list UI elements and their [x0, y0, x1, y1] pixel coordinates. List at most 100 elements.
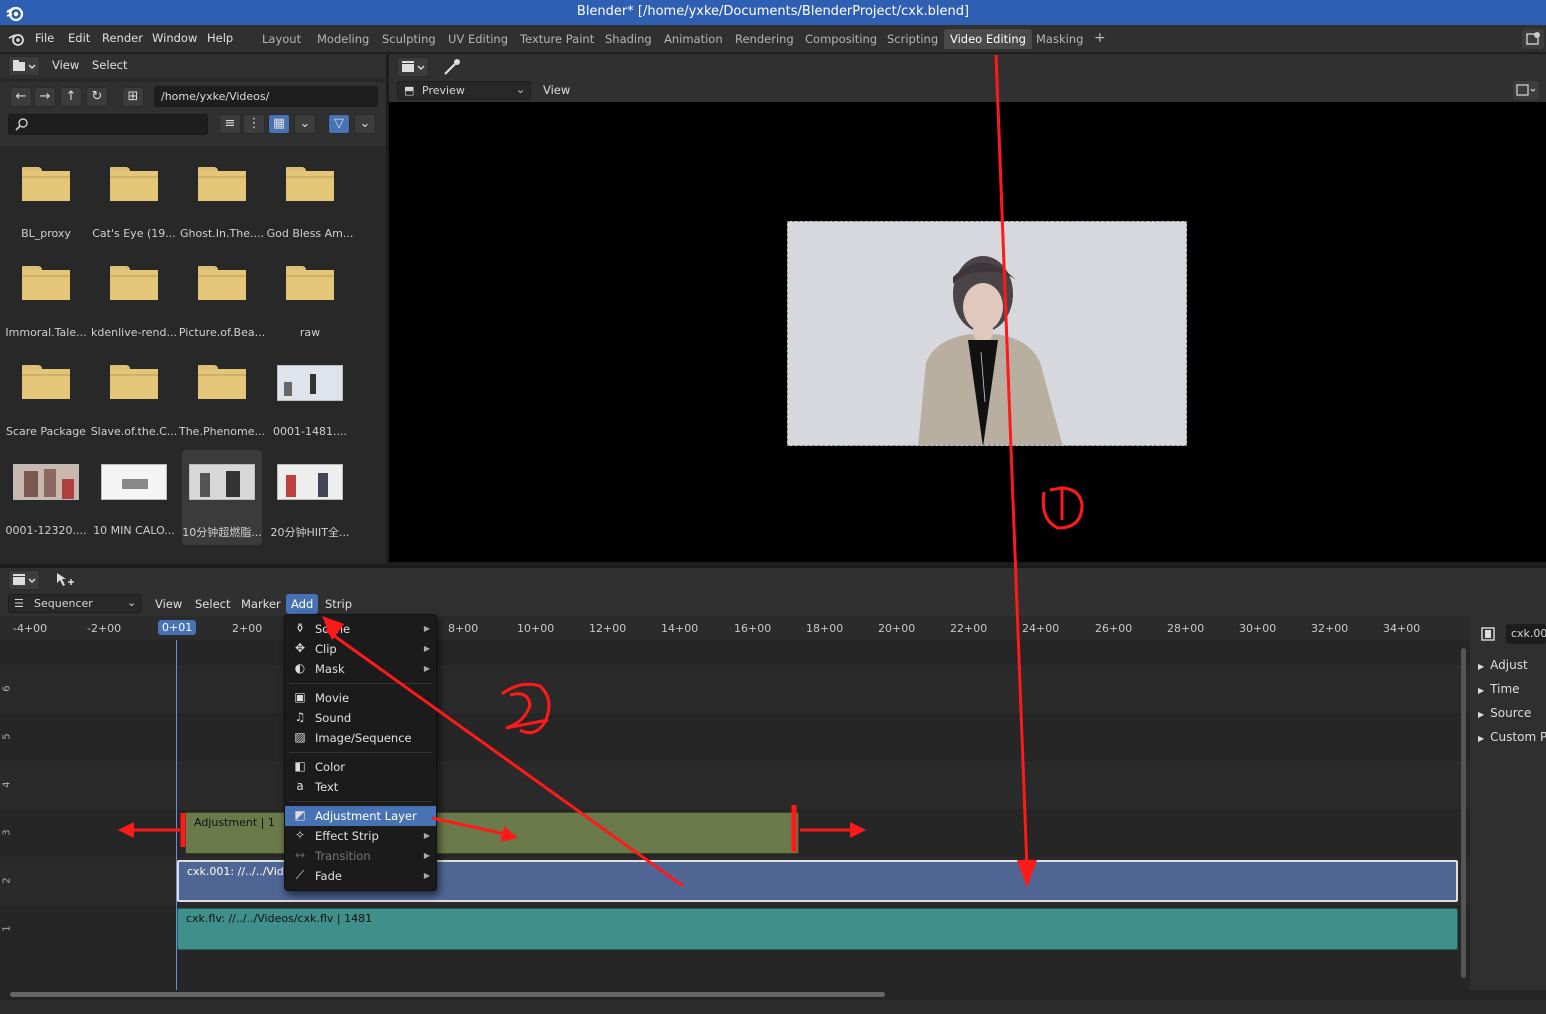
seq-menu-marker[interactable]: Marker: [241, 597, 281, 611]
filter-icon[interactable]: ▽: [328, 114, 350, 134]
tab-layout[interactable]: Layout: [256, 29, 307, 49]
tab-shading[interactable]: Shading: [599, 29, 658, 49]
file-item[interactable]: Immoral.Tale...: [5, 252, 87, 347]
tab-uv-editing[interactable]: UV Editing: [442, 29, 514, 49]
file-item-label: 20分钟HIIT全...: [270, 526, 350, 539]
file-item-label: Ghost.In.The....: [180, 227, 264, 240]
sequencer-editor-type-button[interactable]: [8, 570, 40, 590]
file-item[interactable]: God Bless Am...: [267, 153, 353, 248]
ruler-label: -2+00: [87, 622, 122, 635]
parent-dir-icon[interactable]: ↑: [60, 87, 82, 107]
path-field[interactable]: /home/yxke/Videos/: [154, 86, 378, 107]
tab-sculpting[interactable]: Sculpting: [376, 29, 442, 49]
file-item[interactable]: Ghost.In.The....: [180, 153, 264, 248]
blender-menu-icon[interactable]: [8, 31, 26, 47]
sequencer-header: ☰ Sequencer ⌄ View Select Marker Add Str…: [0, 592, 1546, 616]
overlay-toggle-icon[interactable]: [1513, 81, 1539, 100]
menu-item-text[interactable]: a Text: [285, 777, 436, 797]
menu-item-scene[interactable]: ⚱ Scene ▶: [285, 619, 436, 639]
ruler-label: 2+00: [232, 622, 263, 635]
panel-adjust[interactable]: ▶ Adjust: [1478, 658, 1528, 672]
preview-mode-dropdown[interactable]: ⬒ Preview ⌄: [397, 81, 531, 100]
display-options-chevron-icon[interactable]: ⌄: [294, 114, 316, 134]
tab-modeling[interactable]: Modeling: [311, 29, 375, 49]
playhead-line[interactable]: [176, 640, 177, 990]
editor-type-button[interactable]: [8, 56, 40, 76]
back-arrow-icon[interactable]: ←: [10, 87, 32, 107]
file-item[interactable]: Slave.of.the.C...: [91, 351, 177, 446]
sequencer-tracks[interactable]: 6 5 4 3 2 1 Adjustment | 1 cxk.001: //..…: [0, 640, 1470, 990]
file-item[interactable]: Cat's Eye (19...: [92, 153, 176, 248]
display-list-icon[interactable]: ≡: [219, 114, 241, 134]
menu-item-fade[interactable]: ⟋ Fade ▶: [285, 866, 436, 886]
tab-texture-paint[interactable]: Texture Paint: [514, 29, 600, 49]
panel-custom-properties[interactable]: ▶ Custom P: [1478, 730, 1546, 744]
menu-item-clip[interactable]: ✥ Clip ▶: [285, 639, 436, 659]
file-item[interactable]: 20分钟HIIT全...: [270, 450, 350, 545]
strip-name-field[interactable]: cxk.00: [1506, 624, 1546, 644]
ruler-label: 22+00: [950, 622, 988, 635]
menu-item-sound[interactable]: ♫ Sound: [285, 708, 436, 728]
current-frame-indicator[interactable]: 0+01: [158, 620, 197, 635]
tab-compositing[interactable]: Compositing: [799, 29, 883, 49]
fb-menu-view[interactable]: View: [52, 58, 79, 72]
menu-window[interactable]: Window: [152, 31, 197, 45]
vertical-scrollbar[interactable]: [1461, 648, 1466, 978]
preview-editor-type-button[interactable]: [397, 57, 429, 77]
adjustment-strip[interactable]: Adjustment | 1: [185, 812, 799, 854]
refresh-icon[interactable]: ↻: [86, 87, 108, 107]
sequencer-mode-dropdown[interactable]: ☰ Sequencer ⌄: [8, 594, 142, 613]
track-row: 6: [0, 665, 1470, 713]
file-item[interactable]: 0001-12320....: [6, 450, 86, 545]
menu-item-color[interactable]: ◧ Color: [285, 757, 436, 777]
menu-file[interactable]: File: [35, 31, 54, 45]
menu-item-movie[interactable]: ▣ Movie: [285, 688, 436, 708]
file-item[interactable]: 0001-1481....: [270, 351, 350, 446]
file-item[interactable]: 10 MIN CALO...: [93, 450, 175, 545]
file-item[interactable]: raw: [270, 252, 350, 347]
ruler-label: 24+00: [1022, 622, 1060, 635]
new-folder-icon[interactable]: ⊞: [122, 87, 144, 107]
filter-options-chevron-icon[interactable]: ⌄: [354, 114, 376, 134]
menu-item-effect-strip[interactable]: ✧ Effect Strip ▶: [285, 826, 436, 846]
timeline-ruler[interactable]: -4+00 -2+00 0+01 2+00 8+00 10+00 12+00 1…: [0, 616, 1470, 640]
file-item[interactable]: Scare Package: [6, 351, 86, 446]
menu-render[interactable]: Render: [102, 31, 143, 45]
move-tool-icon[interactable]: [54, 570, 76, 590]
panel-time[interactable]: ▶ Time: [1478, 682, 1520, 696]
preview-menu-view[interactable]: View: [543, 83, 570, 97]
menu-item-adjustment-layer[interactable]: ◩ Adjustment Layer: [285, 806, 436, 826]
seq-menu-select[interactable]: Select: [195, 597, 230, 611]
menu-item-mask[interactable]: ◐ Mask ▶: [285, 659, 436, 679]
preview-frame-image: [787, 221, 1187, 446]
search-input[interactable]: [8, 114, 208, 135]
tab-video-editing[interactable]: Video Editing: [944, 29, 1032, 49]
display-columns-icon[interactable]: ⋮: [243, 114, 265, 134]
menu-item-image-sequence[interactable]: ▨ Image/Sequence: [285, 728, 436, 748]
file-item-selected[interactable]: 10分钟超燃脂...: [182, 450, 262, 545]
file-item-label: Scare Package: [6, 425, 86, 438]
movie-strip[interactable]: cxk.flv: //../../Videos/cxk.flv | 1481: [177, 908, 1458, 950]
tab-rendering[interactable]: Rendering: [729, 29, 800, 49]
tab-masking[interactable]: Masking: [1030, 29, 1089, 49]
forward-arrow-icon[interactable]: →: [34, 87, 56, 107]
seq-menu-view[interactable]: View: [155, 597, 182, 611]
file-item[interactable]: The.Phenome...: [179, 351, 265, 446]
horizontal-scrollbar[interactable]: [10, 992, 885, 997]
tab-scripting[interactable]: Scripting: [881, 29, 944, 49]
display-thumbnails-icon[interactable]: ▦: [268, 114, 290, 134]
menu-edit[interactable]: Edit: [68, 31, 90, 45]
add-menu-dropdown[interactable]: ⚱ Scene ▶ ✥ Clip ▶ ◐ Mask ▶ ▣ Movie ♫ Sound ▨ Ima…: [284, 614, 437, 891]
eyedropper-icon[interactable]: [441, 56, 463, 78]
seq-menu-add[interactable]: Add: [286, 594, 319, 614]
panel-source[interactable]: ▶ Source: [1478, 706, 1531, 720]
menu-help[interactable]: Help: [207, 31, 233, 45]
add-workspace-button[interactable]: +: [1090, 30, 1110, 50]
fb-menu-select[interactable]: Select: [92, 58, 127, 72]
file-item[interactable]: Picture.of.Bea...: [179, 252, 265, 347]
file-item[interactable]: kdenlive-rend...: [91, 252, 177, 347]
tab-animation[interactable]: Animation: [658, 29, 729, 49]
seq-menu-strip[interactable]: Strip: [325, 597, 352, 611]
file-item[interactable]: BL_proxy: [6, 153, 86, 248]
scene-selector-icon[interactable]: [1522, 29, 1544, 49]
